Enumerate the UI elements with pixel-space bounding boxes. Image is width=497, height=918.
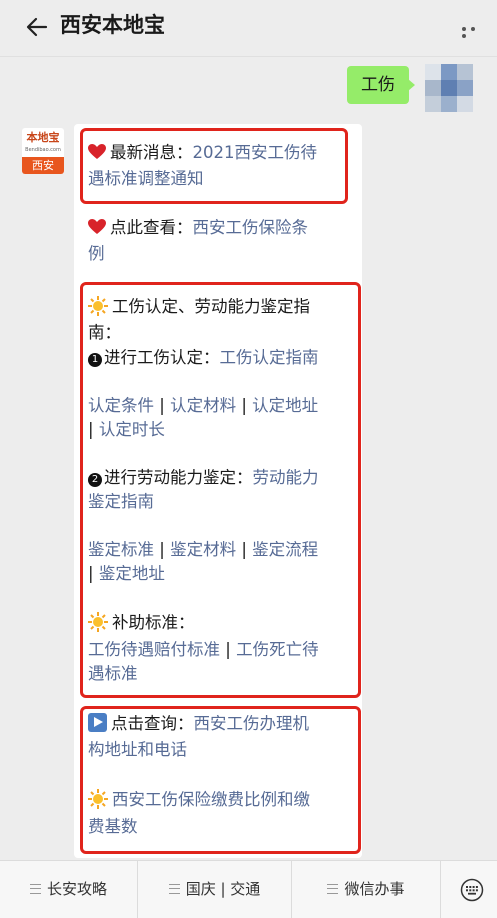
user-message-bubble: 工伤 [347,66,415,104]
logo-city: 西安 [22,157,64,174]
step2-links-row: 鉴定标准 | 鉴定材料 | 鉴定流程 [88,540,319,559]
news-link[interactable]: 2021西安工伤待 [193,143,318,162]
subsidy-link-death-cont[interactable]: 遇标准 [88,662,138,686]
step1-links-row2: | 认定时长 [88,420,165,439]
guide-title: 工伤认定、劳动能力鉴定指 [88,295,310,319]
view-label: 点此查看： [110,218,193,237]
step1-number: 1 [88,353,102,367]
heart-icon [88,144,106,159]
s2-link-materials[interactable]: 鉴定材料 [170,540,236,559]
step2-number: 2 [88,473,102,487]
fee-line: 西安工伤保险缴费比例和缴 [88,788,310,812]
query-link[interactable]: 西安工伤办理机 [194,714,310,733]
query-line: 点击查询：西安工伤办理机 [88,712,309,736]
view-line: 点此查看：西安工伤保险条 [88,216,308,240]
step2-link-cont[interactable]: 鉴定指南 [88,490,154,514]
bottom-menu: 长安攻略 国庆 | 交通 微信办事 [0,860,497,918]
menu-lines-icon [29,884,41,894]
top-bar: 西安本地宝 [0,0,497,57]
arrow-left-icon[interactable] [22,12,52,42]
subsidy-link-compensation[interactable]: 工伤待遇赔付标准 [88,640,220,659]
news-line: 最新消息：2021西安工伤待 [88,141,317,165]
sun-icon [88,296,108,316]
step1-line: 1 进行工伤认定：工伤认定指南 [88,346,319,370]
sun-icon [88,612,108,632]
logo-brand: 本地宝 [26,131,60,144]
user-avatar[interactable] [425,64,473,112]
s2-link-standard[interactable]: 鉴定标准 [88,540,154,559]
logo-domain: Bendibao.com [25,147,61,153]
subsidy-links-row: 工伤待遇赔付标准 | 工伤死亡待 [88,640,319,659]
highlight-box-news [80,128,348,204]
page-title: 西安本地宝 [60,13,165,37]
s2-link-process[interactable]: 鉴定流程 [252,540,318,559]
view-link-cont[interactable]: 例 [88,242,105,266]
news-link-cont[interactable]: 遇标准调整通知 [88,167,204,191]
keyboard-icon[interactable] [460,878,484,902]
sun-icon [88,789,108,809]
step2-line: 2 进行劳动能力鉴定：劳动能力 [88,466,319,490]
query-link-cont[interactable]: 构地址和电话 [88,738,187,762]
s1-link-duration[interactable]: 认定时长 [99,420,165,439]
menu-item-wechat-services[interactable]: 微信办事 [292,861,440,918]
s2-link-address[interactable]: 鉴定地址 [99,564,165,583]
s1-link-conditions[interactable]: 认定条件 [88,396,154,415]
subsidy-title: 补助标准： [88,611,195,635]
fee-link[interactable]: 西安工伤保险缴费比例和缴 [112,790,310,809]
menu-lines-icon [327,884,339,894]
view-link[interactable]: 西安工伤保险条 [193,218,309,237]
more-dots-icon[interactable] [459,24,485,38]
subsidy-link-death[interactable]: 工伤死亡待 [236,640,319,659]
menu-lines-icon [168,884,180,894]
menu-item-holiday-traffic[interactable]: 国庆 | 交通 [138,861,291,918]
step2-links-row2: | 鉴定地址 [88,564,165,583]
s1-link-address[interactable]: 认定地址 [252,396,318,415]
s1-link-materials[interactable]: 认定材料 [170,396,236,415]
step1-links-row: 认定条件 | 认定材料 | 认定地址 [88,396,319,415]
step2-link[interactable]: 劳动能力 [253,468,319,487]
fee-link-cont[interactable]: 费基数 [88,815,138,839]
step1-link[interactable]: 工伤认定指南 [220,348,319,367]
bot-avatar[interactable]: 本地宝 Bendibao.com 西安 [22,128,64,174]
guide-title-cont: 南： [88,323,121,342]
menu-item-changan[interactable]: 长安攻略 [0,861,137,918]
news-label: 最新消息： [110,143,193,162]
menu-divider [440,861,441,918]
heart-icon [88,219,106,234]
play-button-icon [88,713,107,732]
